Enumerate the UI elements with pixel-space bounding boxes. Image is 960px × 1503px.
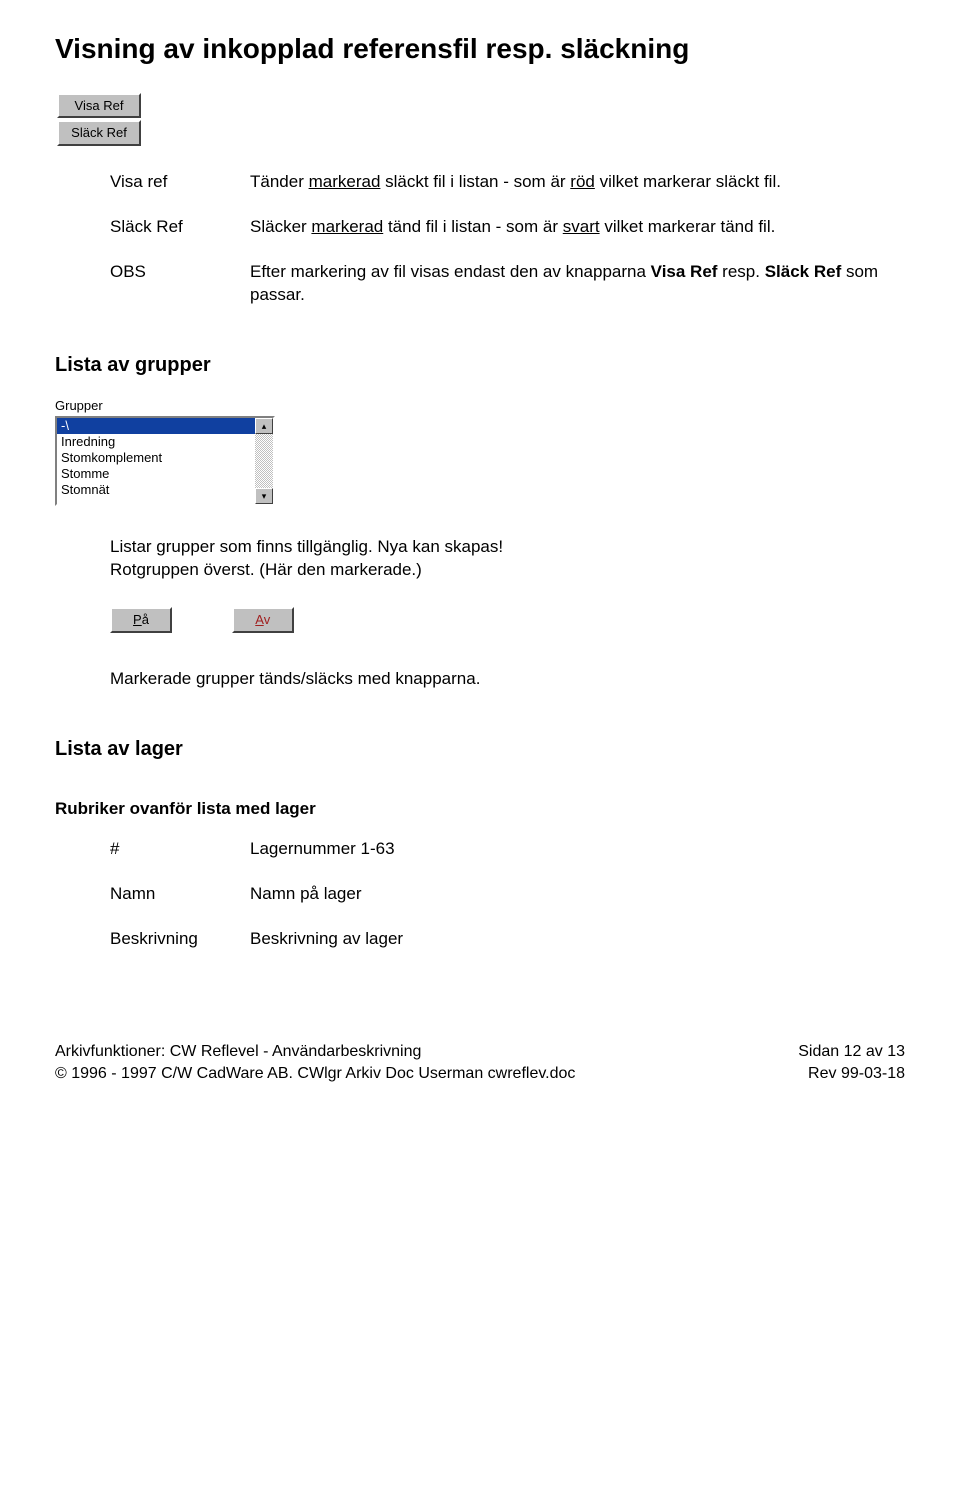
listbox-items[interactable]: -\ Inredning Stomkomplement Stomme Stomn… [57, 418, 255, 504]
def-slack-ref: Släck Ref Släcker markerad tänd fil i li… [110, 216, 905, 239]
slack-ref-button[interactable]: Släck Ref [57, 120, 141, 146]
def-desc: Tänder markerad släckt fil i listan - so… [250, 171, 781, 194]
listbox[interactable]: -\ Inredning Stomkomplement Stomme Stomn… [55, 416, 275, 506]
lager-row: # Lagernummer 1-63 [110, 838, 905, 861]
lager-val: Beskrivning av lager [250, 928, 403, 951]
ref-definitions: Visa ref Tänder markerad släckt fil i li… [110, 171, 905, 307]
lager-rows: # Lagernummer 1-63 Namn Namn på lager Be… [110, 838, 905, 951]
grupper-heading: Lista av grupper [55, 352, 905, 379]
lager-val: Lagernummer 1-63 [250, 838, 395, 861]
list-item[interactable]: Inredning [57, 434, 255, 450]
grupper-label: Grupper [55, 397, 275, 415]
page-title: Visning av inkopplad referensfil resp. s… [55, 30, 905, 68]
lager-key: Beskrivning [110, 928, 250, 951]
list-item[interactable]: Stomnät [57, 482, 255, 498]
footer-line: Rev 99-03-18 [798, 1063, 905, 1085]
scrollbar[interactable]: ▴ ▾ [255, 418, 273, 504]
def-term: Visa ref [110, 171, 250, 194]
av-button[interactable]: Av [232, 607, 294, 633]
def-desc: Efter markering av fil visas endast den … [250, 261, 905, 307]
note-line: Listar grupper som finns tillgänglig. Ny… [110, 536, 905, 559]
page-footer: Arkivfunktioner: CW Reflevel - Användarb… [55, 1041, 905, 1084]
grupper-listbox: Grupper -\ Inredning Stomkomplement Stom… [55, 397, 275, 507]
scroll-up-icon[interactable]: ▴ [255, 418, 273, 434]
footer-left: Arkivfunktioner: CW Reflevel - Användarb… [55, 1041, 575, 1084]
lager-row: Beskrivning Beskrivning av lager [110, 928, 905, 951]
lager-key: # [110, 838, 250, 861]
def-visa-ref: Visa ref Tänder markerad släckt fil i li… [110, 171, 905, 194]
def-obs: OBS Efter markering av fil visas endast … [110, 261, 905, 307]
def-term: OBS [110, 261, 250, 284]
list-item[interactable]: Stomkomplement [57, 450, 255, 466]
grupper-note-3: Markerade grupper tänds/släcks med knapp… [110, 668, 905, 691]
lager-val: Namn på lager [250, 883, 362, 906]
def-desc: Släcker markerad tänd fil i listan - som… [250, 216, 775, 239]
scroll-down-icon[interactable]: ▾ [255, 488, 273, 504]
footer-right: Sidan 12 av 13 Rev 99-03-18 [798, 1041, 905, 1084]
lager-heading: Lista av lager [55, 736, 905, 763]
list-item[interactable]: Stomme [57, 466, 255, 482]
footer-line: Sidan 12 av 13 [798, 1041, 905, 1063]
note-line: Markerade grupper tänds/släcks med knapp… [110, 668, 905, 691]
grupper-notes: Listar grupper som finns tillgänglig. Ny… [110, 536, 905, 582]
lager-row: Namn Namn på lager [110, 883, 905, 906]
scroll-track[interactable] [255, 434, 273, 488]
lager-key: Namn [110, 883, 250, 906]
note-line: Rotgruppen överst. (Här den markerade.) [110, 559, 905, 582]
on-off-buttons: På Av [110, 607, 905, 633]
lager-subheading: Rubriker ovanför lista med lager [55, 798, 905, 821]
footer-line: Arkivfunktioner: CW Reflevel - Användarb… [55, 1041, 575, 1063]
ref-button-stack: Visa Ref Släck Ref [57, 93, 905, 146]
list-item[interactable]: -\ [57, 418, 255, 434]
pa-button[interactable]: På [110, 607, 172, 633]
footer-line: © 1996 - 1997 C/W CadWare AB. CWlgr Arki… [55, 1063, 575, 1085]
visa-ref-button[interactable]: Visa Ref [57, 93, 141, 119]
def-term: Släck Ref [110, 216, 250, 239]
